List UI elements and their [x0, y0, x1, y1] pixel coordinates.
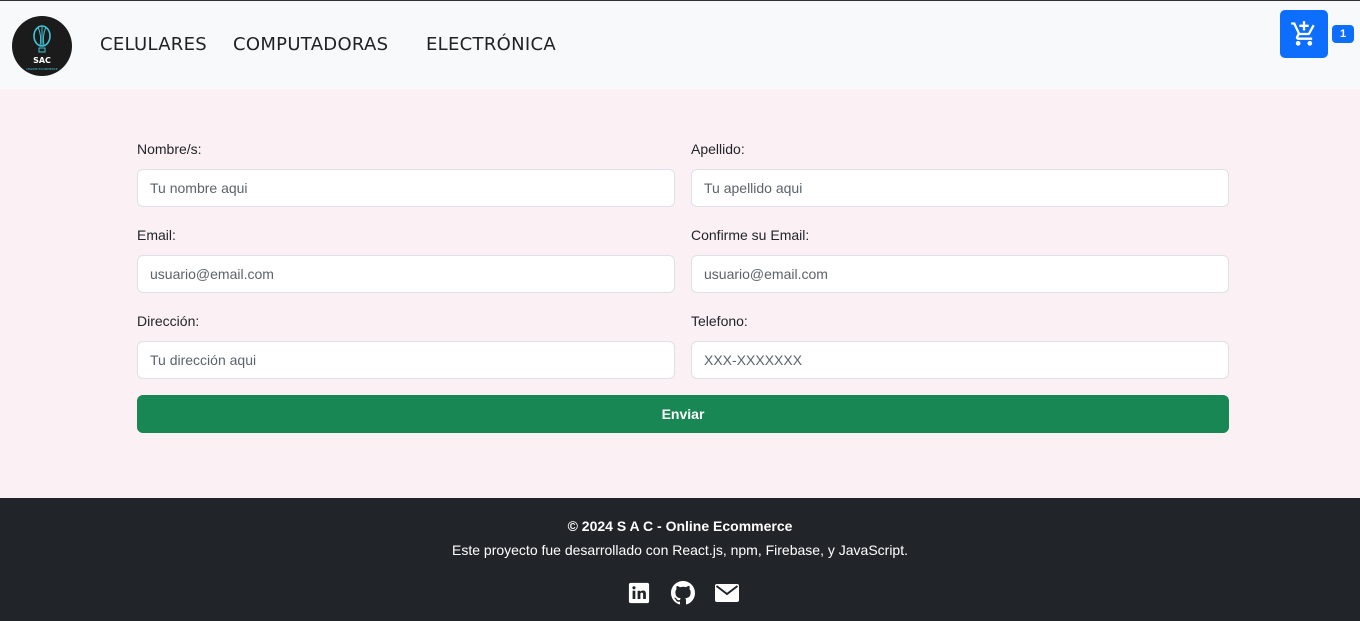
logo-text: SAC: [33, 56, 51, 65]
balloon-logo-icon: SAC ONLINE ECOMMERCE: [26, 25, 58, 71]
footer: © 2024 S A C - Online Ecommerce Este pro…: [0, 498, 1360, 621]
confirm-email-label: Confirme su Email:: [691, 227, 810, 243]
apellido-input[interactable]: [691, 169, 1229, 207]
checkout-form: Nombre/s: Apellido: Email: Confirme su E…: [0, 89, 1360, 498]
linkedin-icon[interactable]: [627, 581, 651, 605]
logo-subtext: ONLINE ECOMMERCE: [26, 67, 58, 71]
nav-celulares[interactable]: CELULARES: [100, 34, 207, 55]
telefono-input[interactable]: [691, 341, 1229, 379]
email-label: Email:: [137, 227, 176, 243]
direccion-label: Dirección:: [137, 313, 200, 329]
copyright-text: © 2024 S A C - Online Ecommerce: [567, 518, 793, 534]
site-logo[interactable]: SAC ONLINE ECOMMERCE: [12, 16, 72, 76]
nombre-label: Nombre/s:: [137, 141, 202, 157]
confirm-email-input[interactable]: [691, 255, 1229, 293]
nav-computadoras[interactable]: COMPUTADORAS: [233, 34, 388, 55]
cart-button[interactable]: [1280, 10, 1328, 58]
email-input[interactable]: [137, 255, 675, 293]
nombre-input[interactable]: [137, 169, 675, 207]
apellido-label: Apellido:: [691, 141, 745, 157]
credits-text: Este proyecto fue desarrollado con React…: [452, 542, 908, 558]
cart-count-badge: 1: [1332, 25, 1354, 43]
cart-plus-icon: [1291, 21, 1315, 46]
email-icon[interactable]: [715, 581, 739, 605]
navbar: SAC ONLINE ECOMMERCE CELULARES COMPUTADO…: [0, 0, 1360, 89]
github-icon[interactable]: [671, 581, 695, 605]
direccion-input[interactable]: [137, 341, 675, 379]
submit-button[interactable]: Enviar: [137, 395, 1229, 433]
telefono-label: Telefono:: [691, 313, 748, 329]
nav-electronica[interactable]: ELECTRÓNICA: [426, 34, 556, 55]
